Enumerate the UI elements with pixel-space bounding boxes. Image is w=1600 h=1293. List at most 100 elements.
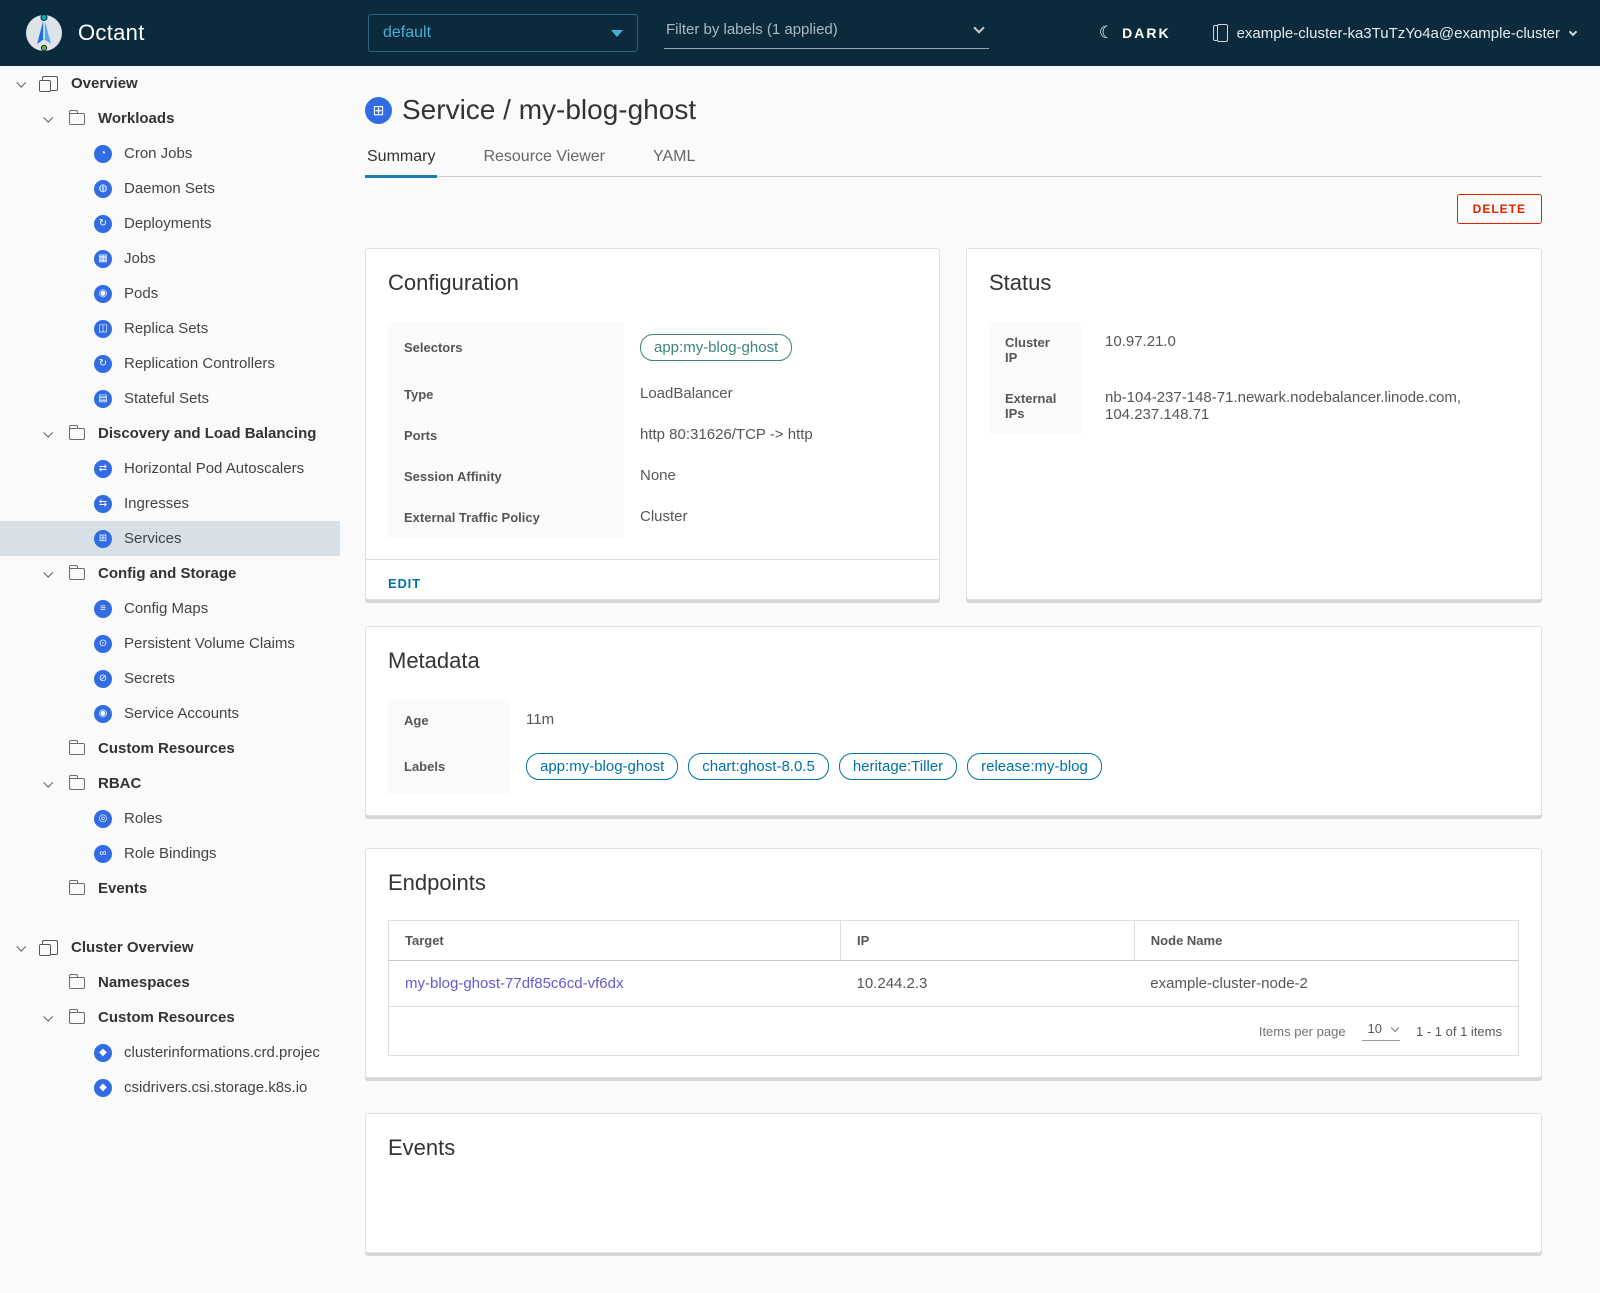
sidebar-item-label: Service Accounts bbox=[124, 705, 239, 722]
sidebar-item-service-accounts[interactable]: ◉Service Accounts bbox=[0, 696, 340, 731]
label-filter-dropdown[interactable]: Filter by labels (1 applied) bbox=[664, 17, 989, 49]
cluster-context-dropdown[interactable]: example-cluster-ka3TuTzYo4a@example-clus… bbox=[1213, 25, 1576, 42]
sidebar-item-label: Namespaces bbox=[98, 974, 190, 991]
endpoints-card: Endpoints Target IP Node Name my-blog-gh… bbox=[365, 848, 1542, 1078]
edit-link[interactable]: EDIT bbox=[388, 576, 421, 591]
sidebar-item-label: Roles bbox=[124, 810, 162, 827]
endpoint-target-link[interactable]: my-blog-ghost-77df85c6cd-vf6dx bbox=[405, 975, 623, 992]
sidebar-item-stateful-sets[interactable]: ▤ Stateful Sets bbox=[0, 381, 340, 416]
col-ip: IP bbox=[841, 921, 1135, 961]
replicationcontrollers-icon: ↻ bbox=[94, 355, 112, 373]
sidebar-item-roles[interactable]: ◎ Roles bbox=[0, 801, 340, 836]
chevron-down-icon[interactable] bbox=[43, 778, 53, 788]
persistentvolumeclaims-icon: ⊙ bbox=[94, 635, 112, 653]
chevron-down-icon[interactable] bbox=[16, 942, 26, 952]
sidebar-item-persistent-volume-claims[interactable]: ⊙Persistent Volume Claims bbox=[0, 626, 340, 661]
tab-bar: Summary Resource Viewer YAML bbox=[365, 148, 1542, 177]
page-head: ⊞ Service / my-blog-ghost bbox=[365, 94, 1542, 126]
chevron-down-icon[interactable] bbox=[43, 428, 53, 438]
folder-icon bbox=[69, 428, 85, 440]
sidebar-item-cron-jobs[interactable]: ◔Cron Jobs bbox=[0, 136, 340, 171]
chevron-down-icon[interactable] bbox=[43, 113, 53, 123]
sidebar-item-pods[interactable]: ◉ Pods bbox=[0, 276, 340, 311]
sidebar-item-label: Cron Jobs bbox=[124, 145, 192, 162]
selector-tag[interactable]: app:my-blog-ghost bbox=[640, 334, 792, 361]
sidebar-item-clusterinformations-crd-projec[interactable]: ◆clusterinformations.crd.projec bbox=[0, 1035, 340, 1070]
sidebar-item-role-bindings[interactable]: ∞Role Bindings bbox=[0, 836, 340, 871]
sidebar-item-label: Workloads bbox=[98, 110, 174, 127]
sidebar-item-csidrivers-csi-storage-k8s-io[interactable]: ◆csidrivers.csi.storage.k8s.io bbox=[0, 1070, 340, 1105]
sidebar-item-discovery-and-load-balancing[interactable]: Discovery and Load Balancing bbox=[0, 416, 340, 451]
session-affinity-label: Session Affinity bbox=[388, 456, 624, 497]
ports-value: http 80:31626/TCP -> http bbox=[624, 415, 917, 456]
metadata-title: Metadata bbox=[388, 648, 1519, 674]
sidebar-item-config-and-storage[interactable]: Config and Storage bbox=[0, 556, 340, 591]
endpoint-ip: 10.244.2.3 bbox=[841, 961, 1135, 1007]
sidebar-item-overview[interactable]: Overview bbox=[0, 66, 340, 101]
delete-button[interactable]: DELETE bbox=[1457, 194, 1542, 224]
endpoint-node-name: example-cluster-node-2 bbox=[1134, 961, 1518, 1007]
deployments-icon: ↻ bbox=[94, 215, 112, 233]
sidebar-item-config-maps[interactable]: ≡Config Maps bbox=[0, 591, 340, 626]
sidebar-item-replica-sets[interactable]: ◫ Replica Sets bbox=[0, 311, 340, 346]
status-card: Status Cluster IP 10.97.21.0 External IP… bbox=[966, 248, 1542, 600]
label-tag[interactable]: heritage:Tiller bbox=[839, 753, 957, 780]
sidebar-item-ingresses[interactable]: ⇆Ingresses bbox=[0, 486, 340, 521]
configuration-title: Configuration bbox=[388, 270, 917, 296]
tab-resource-viewer[interactable]: Resource Viewer bbox=[481, 148, 607, 176]
statefulsets-icon: ▤ bbox=[94, 390, 112, 408]
external-ips-label: External IPs bbox=[989, 378, 1081, 434]
daemonsets-icon: ◍ bbox=[94, 180, 112, 198]
items-per-page-label: Items per page bbox=[1259, 1024, 1346, 1039]
endpoint-row: my-blog-ghost-77df85c6cd-vf6dx 10.244.2.… bbox=[389, 961, 1519, 1007]
sidebar-item-label: Discovery and Load Balancing bbox=[98, 425, 316, 442]
sidebar-item-secrets[interactable]: ⊘Secrets bbox=[0, 661, 340, 696]
label-tag[interactable]: chart:ghost-8.0.5 bbox=[688, 753, 829, 780]
chevron-down-icon bbox=[1569, 28, 1577, 36]
sidebar-item-daemon-sets[interactable]: ◍Daemon Sets bbox=[0, 171, 340, 206]
page-size-select[interactable]: 10 bbox=[1362, 1021, 1400, 1041]
tab-summary[interactable]: Summary bbox=[365, 148, 437, 178]
sidebar-item-workloads[interactable]: Workloads bbox=[0, 101, 340, 136]
labels-label: Labels bbox=[388, 741, 510, 794]
sidebar-item-deployments[interactable]: ↻Deployments bbox=[0, 206, 340, 241]
sidebar-item-namespaces[interactable]: Namespaces bbox=[0, 965, 340, 1000]
sidebar-item-events[interactable]: Events bbox=[0, 871, 340, 906]
theme-toggle[interactable]: ☾ DARK bbox=[1099, 23, 1171, 43]
secrets-icon: ⊘ bbox=[94, 670, 112, 688]
sidebar-item-label: RBAC bbox=[98, 775, 141, 792]
metadata-table: Age 11m Labels app:my-blog-ghost chart:g… bbox=[388, 700, 1519, 794]
sidebar-item-label: Pods bbox=[124, 285, 158, 302]
sidebar-item-label: Ingresses bbox=[124, 495, 189, 512]
sidebar-item-custom-resources[interactable]: Custom Resources bbox=[0, 731, 340, 766]
sidebar-item-label: Replica Sets bbox=[124, 320, 208, 337]
sidebar-item-horizontal-pod-autoscalers[interactable]: ⇄Horizontal Pod Autoscalers bbox=[0, 451, 340, 486]
pods-icon: ◉ bbox=[94, 285, 112, 303]
brand: Octant bbox=[0, 13, 340, 53]
replicasets-icon: ◫ bbox=[94, 320, 112, 338]
chevron-down-icon[interactable] bbox=[16, 78, 26, 88]
chevron-down-icon[interactable] bbox=[43, 568, 53, 578]
sidebar-item-label: Overview bbox=[71, 75, 138, 92]
sidebar-item-label: Horizontal Pod Autoscalers bbox=[124, 460, 304, 477]
sidebar-item-cluster-overview[interactable]: Cluster Overview bbox=[0, 930, 340, 965]
app-header: Octant default Filter by labels (1 appli… bbox=[0, 0, 1600, 66]
sidebar-item-services[interactable]: ⊞Services bbox=[0, 521, 340, 556]
events-title: Events bbox=[388, 1135, 1519, 1161]
chevron-down-icon[interactable] bbox=[43, 1012, 53, 1022]
namespace-select[interactable]: default bbox=[368, 14, 638, 52]
theme-toggle-label: DARK bbox=[1122, 25, 1170, 41]
label-filter-text: Filter by labels (1 applied) bbox=[666, 21, 838, 38]
col-node-name: Node Name bbox=[1134, 921, 1518, 961]
sidebar-item-jobs[interactable]: ▦Jobs bbox=[0, 241, 340, 276]
rolebindings-icon: ∞ bbox=[94, 845, 112, 863]
label-tag[interactable]: app:my-blog-ghost bbox=[526, 753, 678, 780]
sidebar-item-label: Stateful Sets bbox=[124, 390, 209, 407]
sidebar-item-custom-resources[interactable]: Custom Resources bbox=[0, 1000, 340, 1035]
tab-yaml[interactable]: YAML bbox=[651, 148, 697, 176]
external-traffic-policy-label: External Traffic Policy bbox=[388, 497, 624, 538]
label-tag[interactable]: release:my-blog bbox=[967, 753, 1102, 780]
sidebar-item-rbac[interactable]: RBAC bbox=[0, 766, 340, 801]
roles-icon: ◎ bbox=[94, 810, 112, 828]
sidebar-item-replication-controllers[interactable]: ↻Replication Controllers bbox=[0, 346, 340, 381]
